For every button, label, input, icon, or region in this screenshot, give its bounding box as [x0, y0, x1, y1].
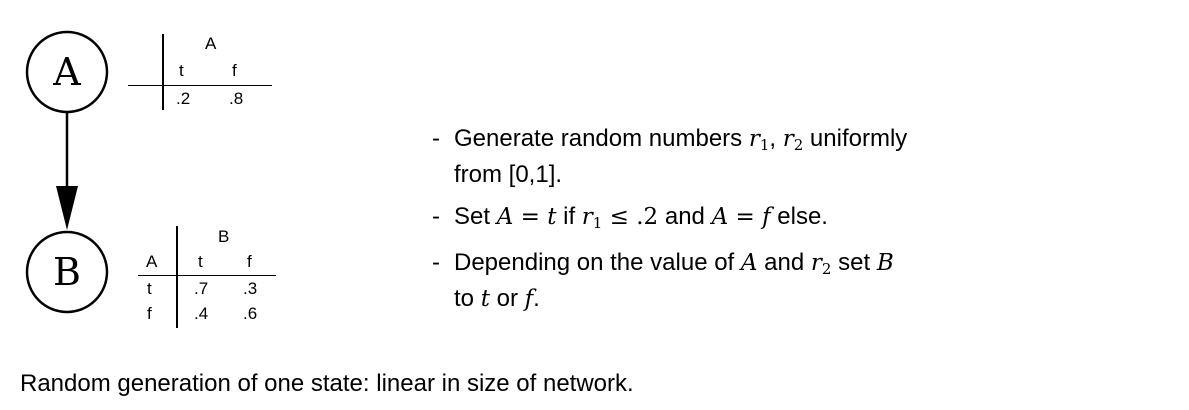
cpt-b-parent-header: A [146, 252, 158, 271]
cpt-a-col-t: t [179, 61, 184, 80]
math-var-a: A [740, 250, 758, 276]
edge-arrowhead [56, 186, 78, 230]
bullet-dash: - [432, 125, 440, 152]
math-condition: ≤ .2 [602, 204, 659, 230]
cpt-b-horizontal-rule [138, 275, 276, 276]
math-a-eq-t: A = t [496, 204, 557, 230]
cpt-b-row-f-label: f [147, 304, 152, 323]
cpt-b-col-f: f [247, 252, 252, 271]
math-r1: r1 [581, 204, 603, 232]
step-text-cont: from [0,1]. [454, 161, 563, 188]
cpt-b-row-f-prob-t: .4 [194, 304, 209, 323]
procedure-steps: - Generate random numbers r1, r2 uniform… [432, 124, 992, 326]
math-r2: r2 [782, 126, 804, 154]
math-r1: r1 [748, 126, 770, 154]
cpt-a-vertical-rule [162, 34, 164, 110]
cpt-a-prob-f: .8 [229, 89, 244, 108]
cpt-b-vertical-rule [176, 226, 178, 328]
bullet-dash: - [432, 203, 440, 230]
math-a-eq-f: A = f [711, 204, 771, 230]
math-t: t [480, 286, 490, 312]
bullet-dash: - [432, 249, 440, 276]
math-r2: r2 [810, 250, 832, 278]
cpt-a-horizontal-rule [128, 85, 272, 86]
cpt-b-row-f-prob-f: .6 [243, 304, 258, 323]
cpt-a-variable-header: A [205, 34, 217, 53]
math-var-b: B [876, 250, 894, 276]
cpt-b-row-t-prob-t: .7 [194, 279, 209, 298]
cpt-b-col-t: t [198, 252, 203, 271]
cpt-a-prob-t: .2 [176, 89, 191, 108]
math-f: f [524, 286, 534, 312]
step-text: Generate random numbers [454, 125, 749, 152]
cpt-b-variable-header: B [218, 227, 230, 246]
cpt-b-row-t-prob-f: .3 [243, 279, 258, 298]
cpt-b-table: B A t f t .7 .3 f .4 .6 [128, 226, 288, 330]
cpt-a-table: A t f .2 .8 [128, 34, 278, 114]
footer-caption: Random generation of one state: linear i… [20, 370, 634, 397]
cpt-a-col-f: f [232, 61, 237, 80]
step-generate: - Generate random numbers r1, r2 uniform… [432, 125, 908, 188]
step-set-a: - Set A = t if r1 ≤ .2 and A = f else. [432, 203, 828, 232]
node-b-label: B [53, 250, 81, 294]
step-set-b: - Depending on the value of A and r2 set… [432, 249, 894, 312]
node-a-label: A [52, 50, 81, 94]
cpt-b-row-t-label: t [147, 279, 152, 298]
